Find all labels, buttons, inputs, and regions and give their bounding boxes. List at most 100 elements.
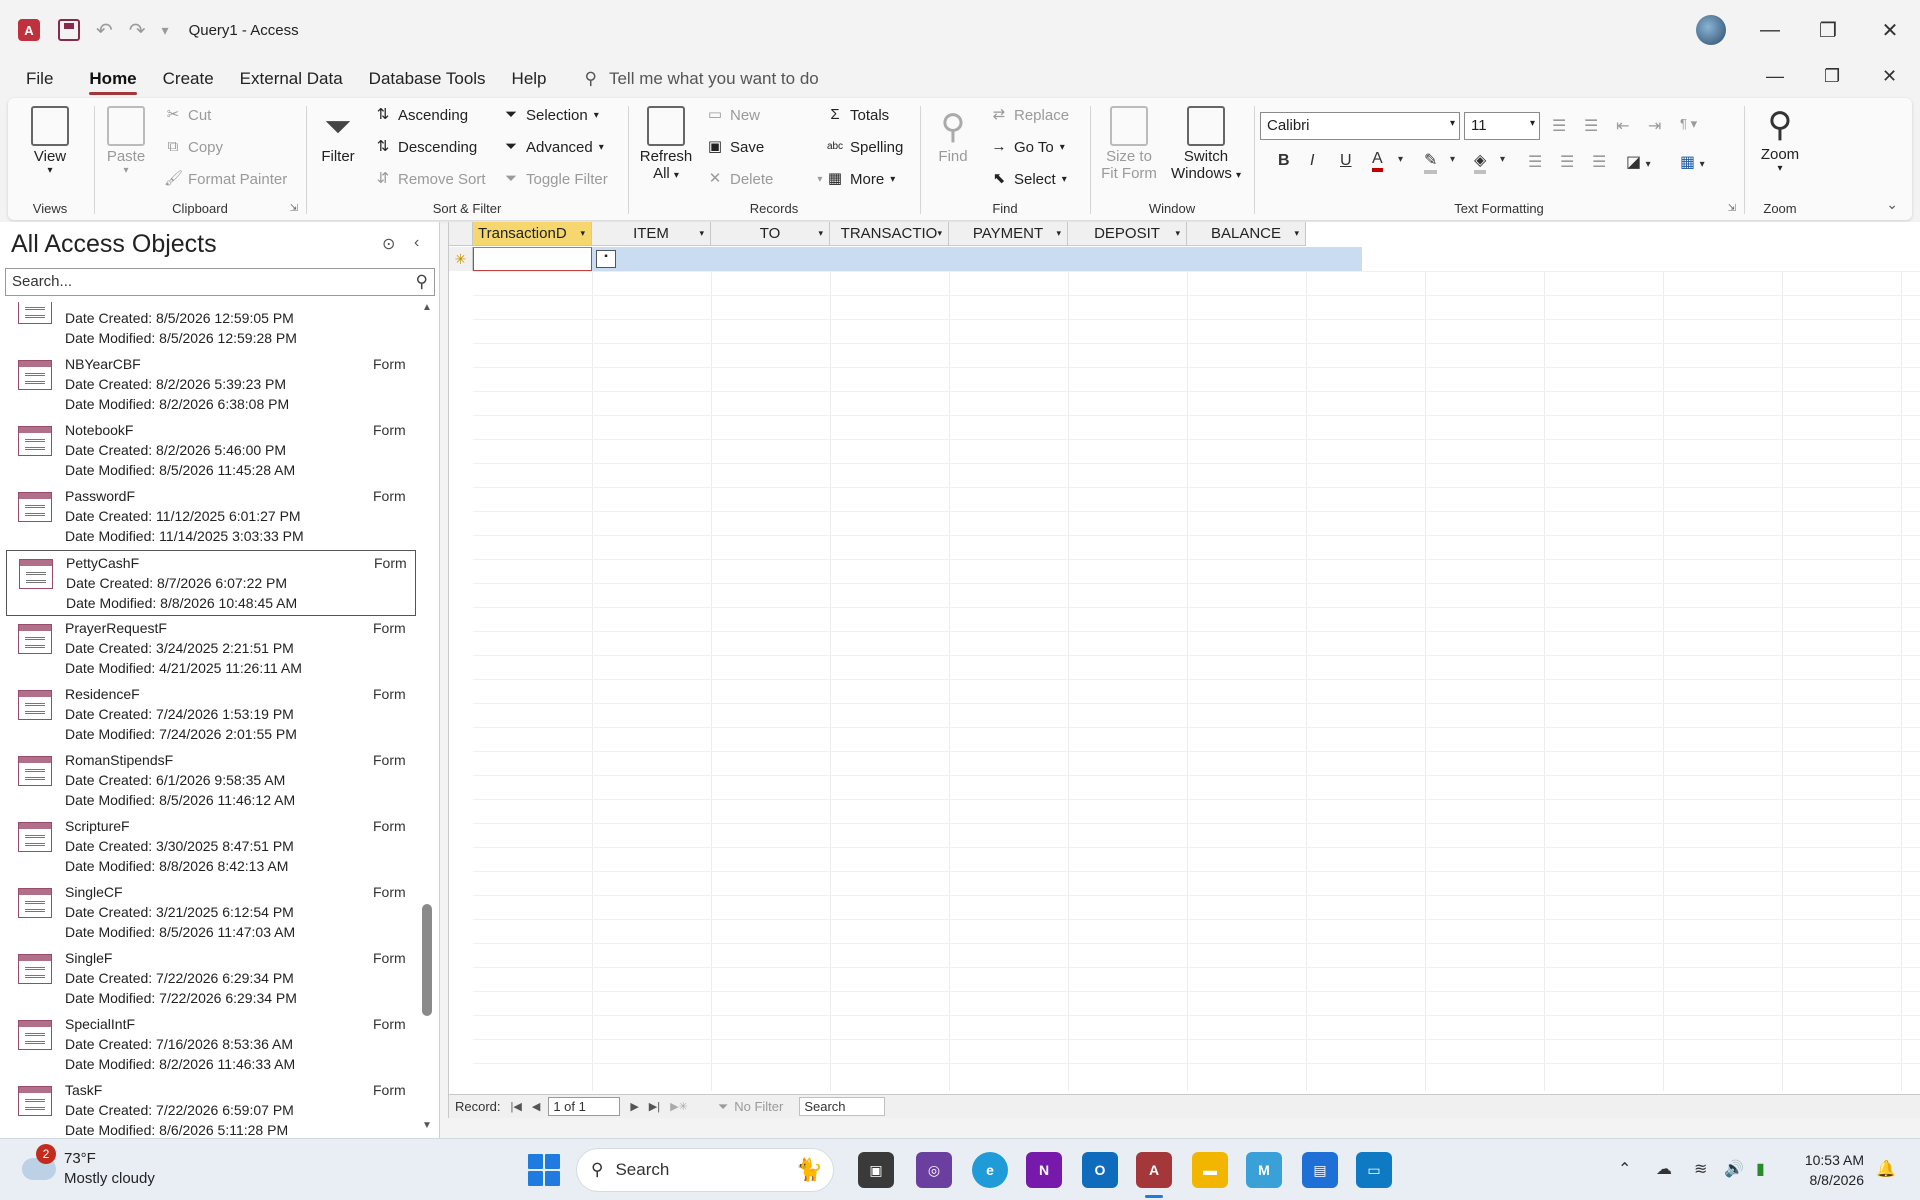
align-left-icon[interactable]: ☰ — [1528, 152, 1542, 172]
tab-home[interactable]: Home — [89, 63, 137, 95]
weather-widget[interactable]: 2 73°F Mostly cloudy — [22, 1144, 155, 1189]
volume-icon[interactable]: 🔊 — [1724, 1159, 1744, 1179]
nav-object-item[interactable]: SpecialIntF Form Date Created: 7/16/2026 8… — [6, 1012, 416, 1078]
collapse-ribbon-icon[interactable]: ⌄ — [1886, 196, 1898, 213]
dialog-launcher-icon[interactable]: ⇲ — [290, 203, 298, 214]
italic-icon[interactable]: I — [1310, 152, 1314, 170]
alternate-row-color-icon[interactable]: ▦ ▾ — [1680, 152, 1705, 172]
microsoft-365-icon[interactable]: M — [1246, 1152, 1282, 1188]
size-to-fit-button[interactable]: Size to Fit Form — [1098, 106, 1160, 182]
document-close-button[interactable]: ✕ — [1882, 66, 1897, 87]
onenote-app-icon[interactable]: ◎ — [916, 1152, 952, 1188]
last-record-icon[interactable]: ▶| — [649, 1100, 660, 1113]
outlook-icon[interactable]: O — [1082, 1152, 1118, 1188]
no-filter-indicator[interactable]: ⏷ No Filter — [718, 1099, 784, 1115]
nav-object-item[interactable]: NotebookF Form Date Created: 8/2/2026 5:46… — [6, 418, 416, 484]
nav-object-item[interactable]: TaskF Form Date Created: 7/22/2026 6:59:07… — [6, 1078, 416, 1138]
column-dropdown-icon[interactable]: ▾ — [699, 228, 704, 239]
nav-scroll-thumb[interactable] — [422, 904, 432, 1016]
undo-icon[interactable]: ↶ — [96, 18, 113, 43]
app-icon[interactable]: ▭ — [1356, 1152, 1392, 1188]
column-dropdown-icon[interactable]: ▾ — [937, 228, 942, 239]
bullets-icon[interactable]: ☰ — [1552, 116, 1566, 136]
notifications-icon[interactable]: 🔔 — [1876, 1159, 1896, 1179]
underline-icon[interactable]: U — [1340, 152, 1352, 170]
customize-qat-icon[interactable]: ▾ — [162, 22, 169, 39]
nav-object-item[interactable]: SingleCF Form Date Created: 3/21/2025 6:12… — [6, 880, 416, 946]
first-record-icon[interactable]: |◀ — [511, 1100, 522, 1113]
ascending-button[interactable]: ⇅ Ascending — [374, 106, 468, 124]
new-record-nav-icon[interactable]: ▶✳ — [670, 1100, 688, 1113]
zoom-button[interactable]: ⚲ Zoom ▾ — [1752, 104, 1808, 174]
delete-record-button[interactable]: ✕ Delete ▾ — [706, 170, 823, 188]
column-header[interactable]: ITEM ▾ — [592, 222, 711, 246]
access-taskbar-icon[interactable]: A — [1136, 1152, 1172, 1188]
bold-icon[interactable]: B — [1278, 152, 1290, 170]
close-button[interactable]: ✕ — [1870, 12, 1910, 48]
format-painter-button[interactable]: 🖌 Format Painter — [164, 170, 287, 188]
column-header[interactable]: BALANCE ▾ — [1187, 222, 1306, 246]
font-name-combo[interactable]: Calibri ▾ — [1260, 112, 1460, 140]
view-button[interactable]: View ▾ — [26, 106, 74, 176]
store-icon[interactable]: ▤ — [1302, 1152, 1338, 1188]
column-dropdown-icon[interactable]: ▾ — [1175, 228, 1180, 239]
selection-button[interactable]: ⏷ Selection ▾ — [502, 106, 599, 124]
advanced-button[interactable]: ⏷ Advanced ▾ — [502, 138, 604, 156]
record-search-input[interactable]: Search — [799, 1097, 886, 1116]
copy-button[interactable]: ⧉ Copy — [164, 138, 223, 156]
restore-button[interactable]: ❐ — [1808, 12, 1848, 48]
switch-windows-button[interactable]: Switch Windows ▾ — [1166, 106, 1246, 182]
system-clock[interactable]: 10:53 AM 8/8/2026 — [1805, 1150, 1864, 1190]
battery-icon[interactable]: ▮ — [1756, 1159, 1765, 1179]
column-dropdown-icon[interactable]: ▾ — [818, 228, 823, 239]
nav-search-input[interactable]: Search... ⚲ — [5, 268, 435, 296]
align-right-icon[interactable]: ☰ — [1592, 152, 1606, 172]
scroll-up-icon[interactable]: ▲ — [422, 302, 432, 313]
highlight-icon[interactable]: ✎ — [1424, 150, 1438, 174]
tell-me-search[interactable]: ⚲ Tell me what you want to do — [585, 69, 819, 89]
select-button[interactable]: ⬉ Select ▾ — [990, 170, 1067, 188]
date-picker-icon[interactable]: ▪ — [596, 250, 616, 268]
tab-database-tools[interactable]: Database Tools — [369, 63, 486, 95]
new-record-button[interactable]: ▭ New — [706, 106, 760, 124]
next-record-icon[interactable]: ▶ — [630, 1100, 638, 1113]
decrease-indent-icon[interactable]: ⇤ — [1616, 116, 1629, 136]
new-record-row[interactable] — [592, 247, 1362, 271]
save-icon[interactable] — [58, 19, 80, 41]
nav-object-item[interactable]: ScriptureF Form Date Created: 3/30/2025 8:… — [6, 814, 416, 880]
redo-icon[interactable]: ↷ — [129, 18, 146, 43]
filter-button[interactable]: ⏷ Filter — [314, 106, 362, 165]
nav-object-item[interactable]: NBYearCBF Form Date Created: 8/2/2026 5:39… — [6, 352, 416, 418]
start-button[interactable] — [528, 1154, 560, 1186]
save-record-button[interactable]: ▣ Save — [706, 138, 764, 156]
refresh-all-button[interactable]: Refresh All ▾ — [638, 106, 694, 182]
totals-button[interactable]: Σ Totals — [826, 106, 889, 124]
column-header[interactable]: TO ▾ — [711, 222, 830, 246]
document-minimize-button[interactable]: — — [1766, 66, 1784, 87]
cut-button[interactable]: ✂ Cut — [164, 106, 212, 124]
nav-object-item[interactable]: PettyCashF Form Date Created: 8/7/2026 6:0… — [6, 550, 416, 616]
chevron-down-icon[interactable]: ▾ — [1500, 154, 1505, 165]
wifi-icon[interactable]: ≋ — [1694, 1159, 1707, 1179]
current-record-input[interactable]: 1 of 1 — [548, 1097, 621, 1116]
document-restore-button[interactable]: ❐ — [1824, 66, 1840, 87]
paste-button[interactable]: Paste ▾ — [102, 106, 150, 176]
spelling-button[interactable]: abc Spelling — [826, 138, 903, 156]
tab-create[interactable]: Create — [163, 63, 214, 95]
nav-object-item[interactable]: RomanStipendsF Form Date Created: 6/1/2026… — [6, 748, 416, 814]
font-color-icon[interactable]: A — [1372, 150, 1383, 172]
paragraph-icon[interactable]: ¶ ▾ — [1680, 116, 1697, 132]
account-avatar[interactable] — [1696, 15, 1726, 45]
goto-button[interactable]: → Go To ▾ — [990, 138, 1065, 156]
more-button[interactable]: ▦ More ▾ — [826, 170, 895, 188]
previous-record-icon[interactable]: ◀ — [532, 1100, 540, 1113]
nav-object-item[interactable]: PasswordF Form Date Created: 11/12/2025 6:… — [6, 484, 416, 550]
remove-sort-button[interactable]: ⇵ Remove Sort — [374, 170, 486, 188]
column-dropdown-icon[interactable]: ▾ — [580, 228, 585, 239]
tab-external-data[interactable]: External Data — [240, 63, 343, 95]
column-header[interactable]: TRANSACTIO ▾ — [830, 222, 949, 246]
chevron-down-icon[interactable]: ▾ — [1398, 154, 1403, 165]
onedrive-icon[interactable]: ☁ — [1656, 1159, 1672, 1179]
nav-menu-dropdown-icon[interactable]: ⊙ — [382, 234, 395, 254]
font-size-combo[interactable]: 11 ▾ — [1464, 112, 1540, 140]
